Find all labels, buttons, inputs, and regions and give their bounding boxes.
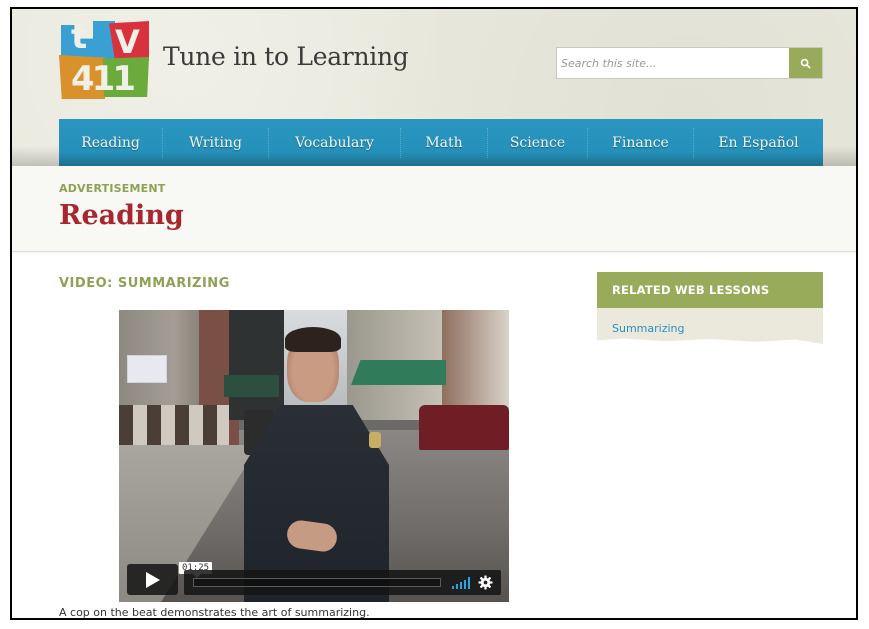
- video-scene-hair: [285, 327, 341, 352]
- volume-bar: [456, 584, 458, 589]
- volume-control[interactable]: [452, 577, 472, 589]
- page-title: Reading: [59, 200, 184, 231]
- search-icon: [800, 58, 811, 68]
- video-scene-awning: [351, 360, 446, 385]
- search-input[interactable]: [557, 48, 789, 78]
- progress-bar[interactable]: [193, 578, 441, 587]
- related-lessons-heading: RELATED WEB LESSONS: [597, 272, 823, 308]
- volume-bar: [464, 580, 466, 589]
- nav-item-science[interactable]: Science: [488, 127, 588, 158]
- logo-letter-t: t: [71, 17, 88, 57]
- video-player[interactable]: 01:25: [119, 310, 509, 602]
- search-form: [556, 47, 823, 79]
- page-frame: t V 411 Tune in to Learning Reading Writ…: [10, 7, 858, 620]
- video-scene-awning: [224, 375, 279, 397]
- nav-item-finance[interactable]: Finance: [588, 127, 694, 158]
- tv411-logo[interactable]: t V 411: [59, 17, 149, 99]
- nav-item-math[interactable]: Math: [401, 127, 488, 158]
- nav-item-reading[interactable]: Reading: [59, 127, 163, 158]
- volume-bar: [452, 586, 454, 589]
- search-button[interactable]: [789, 48, 822, 78]
- main-nav: Reading Writing Vocabulary Math Science …: [59, 119, 823, 166]
- nav-item-vocabulary[interactable]: Vocabulary: [269, 127, 401, 158]
- settings-gear-icon[interactable]: [478, 575, 493, 590]
- play-icon: [145, 571, 160, 588]
- volume-bar: [460, 582, 462, 589]
- advertisement-label: ADVERTISEMENT: [59, 182, 166, 195]
- video-section-title: VIDEO: SUMMARIZING: [59, 276, 230, 291]
- related-lessons-list: Summarizing: [597, 308, 823, 344]
- video-frame: [119, 310, 509, 602]
- video-caption: A cop on the beat demonstrates the art o…: [59, 606, 370, 619]
- video-control-bar: [184, 570, 501, 595]
- related-lesson-link[interactable]: Summarizing: [612, 322, 685, 335]
- nav-item-writing[interactable]: Writing: [163, 127, 269, 158]
- video-scene-building: [229, 310, 284, 420]
- video-scene-sign: [127, 355, 167, 383]
- site-title: Tune in to Learning: [163, 42, 409, 71]
- page-title-band: ADVERTISEMENT Reading: [12, 166, 856, 252]
- nav-item-en-espanol[interactable]: En Español: [694, 128, 823, 158]
- play-button[interactable]: [127, 564, 178, 595]
- site-header: t V 411 Tune in to Learning Reading Writ…: [12, 9, 856, 166]
- video-scene-car: [419, 405, 509, 450]
- related-lessons-sidebar: RELATED WEB LESSONS Summarizing: [597, 272, 823, 344]
- volume-bar: [468, 577, 470, 589]
- logo-number: 411: [71, 59, 136, 99]
- logo-letter-v: V: [115, 23, 140, 61]
- video-scene-badge: [369, 432, 381, 448]
